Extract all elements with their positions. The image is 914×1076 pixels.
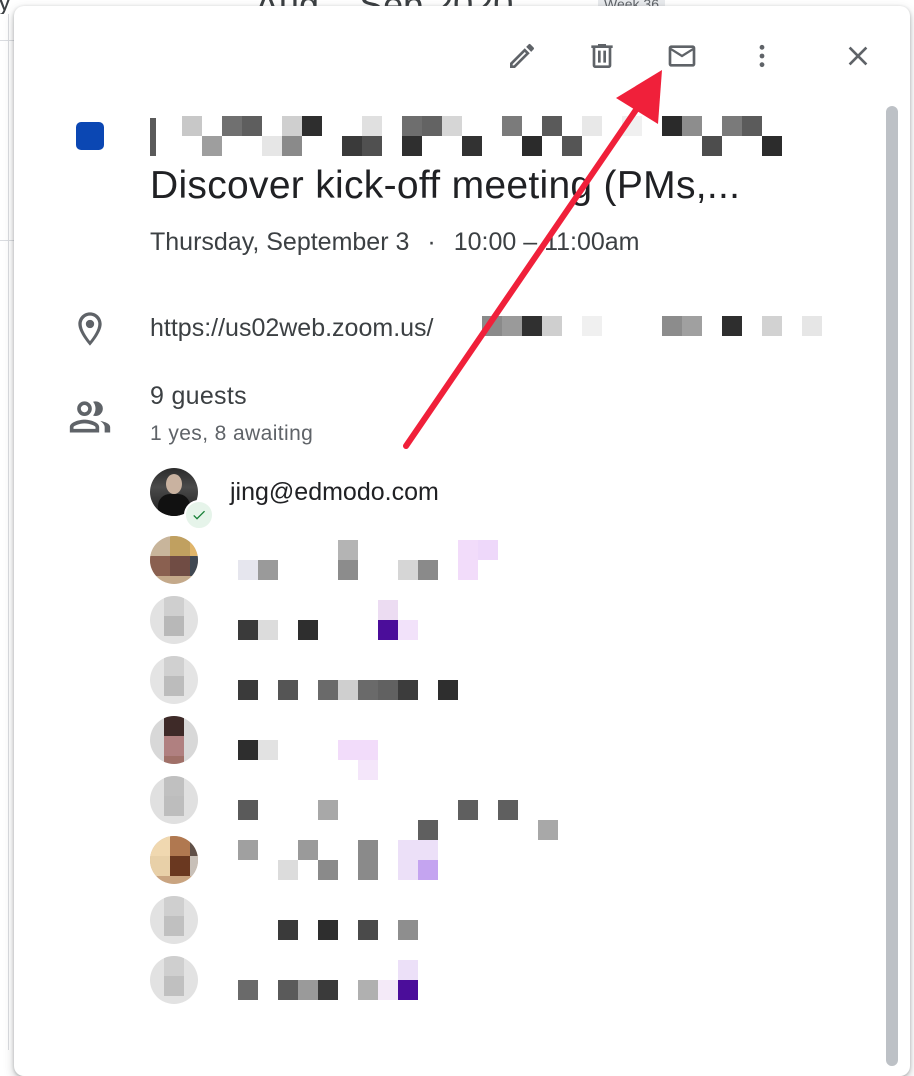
people-icon	[69, 401, 111, 433]
guest-list-item-redacted[interactable]	[150, 716, 850, 780]
trash-icon	[591, 44, 613, 68]
avatar	[150, 536, 198, 584]
guest-list-item-redacted[interactable]	[150, 896, 850, 948]
avatar	[150, 956, 198, 1004]
close-icon	[848, 46, 868, 66]
guest-list-item-redacted[interactable]	[150, 836, 850, 888]
redacted-title-line	[150, 114, 830, 158]
email-guests-button[interactable]	[658, 32, 706, 80]
guest-email: jing@edmodo.com	[230, 478, 439, 506]
location-pin-icon	[78, 312, 102, 346]
guest-list-item[interactable]: jing@edmodo.com	[150, 468, 850, 530]
dialog-toolbar	[14, 6, 910, 102]
dialog-scrollbar[interactable]	[886, 106, 898, 1066]
avatar	[150, 716, 198, 764]
redacted-location	[482, 316, 842, 338]
close-dialog-button[interactable]	[834, 32, 882, 80]
grid-line	[8, 14, 9, 1050]
event-details-dialog: Discover kick-off meeting (PMs,... Thurs…	[14, 6, 910, 1076]
guest-list-item-redacted[interactable]	[150, 536, 850, 588]
more-options-button[interactable]	[738, 32, 786, 80]
avatar	[150, 836, 198, 884]
guest-list-item-redacted[interactable]	[150, 596, 850, 648]
event-time-range: 10:00 – 11:00am	[453, 228, 640, 256]
guest-list-item-redacted[interactable]	[150, 776, 850, 840]
guest-rsvp-summary: 1 yes, 8 awaiting	[150, 422, 314, 445]
accepted-check-icon	[184, 500, 214, 530]
avatar	[150, 776, 198, 824]
location-link[interactable]: https://us02web.zoom.us/	[150, 314, 433, 343]
delete-event-button[interactable]	[578, 32, 626, 80]
avatar	[150, 596, 198, 644]
avatar	[150, 896, 198, 944]
edit-event-button[interactable]	[498, 32, 546, 80]
guest-list-item-redacted[interactable]	[150, 956, 850, 1008]
guest-list-item-redacted[interactable]	[150, 656, 850, 708]
event-title: Discover kick-off meeting (PMs,...	[150, 164, 741, 207]
more-vert-icon	[759, 44, 765, 68]
avatar	[150, 656, 198, 704]
event-datetime: Thursday, September 3 · 10:00 – 11:00am	[150, 228, 640, 257]
event-date: Thursday, September 3	[150, 228, 410, 256]
grid-line	[0, 40, 14, 41]
mail-icon	[668, 45, 696, 67]
calendar-header-fragment: y	[0, 0, 11, 14]
event-color-chip	[76, 122, 104, 150]
pencil-icon	[510, 43, 535, 68]
grid-line	[0, 240, 14, 241]
datetime-separator: ·	[427, 228, 436, 256]
guest-count: 9 guests	[150, 382, 247, 410]
